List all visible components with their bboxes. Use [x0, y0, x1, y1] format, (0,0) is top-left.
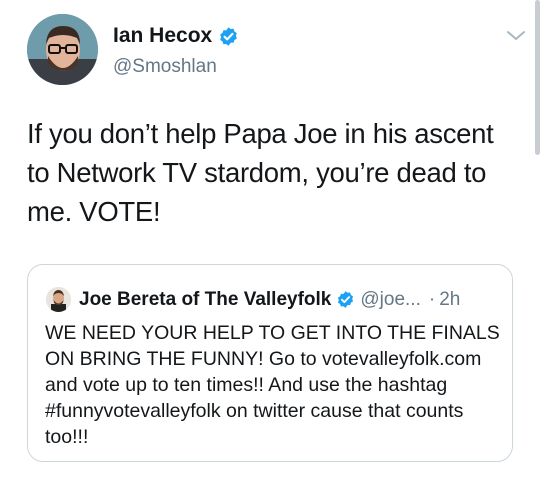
author-handle[interactable]: @Smoshlan	[113, 56, 217, 78]
scrollbar[interactable]	[535, 0, 540, 155]
avatar[interactable]	[27, 14, 98, 85]
quoted-tweet-header: Joe Bereta of The Valleyfolk @joe... · 2…	[46, 287, 460, 312]
chevron-down-icon[interactable]	[505, 28, 527, 44]
tweet-header: Ian Hecox @Smoshlan	[27, 14, 527, 86]
verified-badge-icon	[338, 291, 354, 308]
tweet-text: If you don’t help Papa Joe in his ascent…	[27, 118, 494, 227]
verified-badge-icon	[220, 26, 238, 46]
quoted-author-handle[interactable]: @joe...	[360, 289, 420, 311]
quoted-timestamp[interactable]: 2h	[439, 289, 460, 311]
quoted-avatar	[46, 287, 71, 312]
quoted-tweet-text: WE NEED YOUR HELP TO GET INTO THE FINALS…	[45, 322, 500, 448]
quoted-tweet-card[interactable]: Joe Bereta of The Valleyfolk @joe... · 2…	[27, 264, 513, 462]
separator-dot: ·	[428, 288, 436, 310]
author-name[interactable]: Ian Hecox	[113, 24, 212, 48]
quoted-author-name[interactable]: Joe Bereta of The Valleyfolk	[79, 289, 331, 311]
